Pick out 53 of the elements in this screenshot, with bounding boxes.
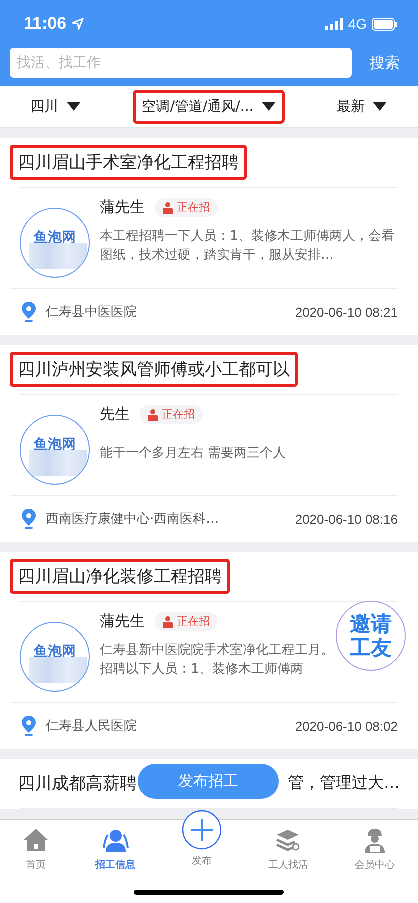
person-icon (163, 202, 173, 214)
post-time: 2020-06-10 08:02 (295, 718, 398, 734)
job-description: 能干一个多月左右 需要两三个人 (100, 444, 288, 462)
location-pin-icon (22, 716, 36, 736)
location-text: 仁寿县人民医院 (46, 718, 138, 735)
search-field[interactable]: 找活、找工作 (10, 48, 352, 78)
person-icon (148, 408, 158, 420)
logo-text: 鱼泡网 (34, 643, 76, 661)
logo-text: 鱼泡网 (34, 229, 76, 247)
caret-icon (262, 102, 276, 111)
job-description: 仁寿县新中医院院手术室净化工程工月。招聘以下人员：1、装修木工师傅两 (100, 642, 334, 679)
stack-icon (275, 828, 302, 854)
badge-label: 正在招 (177, 614, 210, 629)
badge-label: 正在招 (177, 200, 210, 215)
location-pin-icon (22, 509, 36, 529)
job-title: 四川成都高薪聘 (17, 773, 138, 796)
job-description: 本工程招聘一下人员：1、装修木工师傅两人，会看图纸，技术过硬，踏实肯干，服从安排… (100, 228, 396, 265)
tab-item[interactable]: 工人找活 (266, 826, 310, 874)
location-arrow-icon (72, 18, 84, 30)
tab-item[interactable]: 首页 (21, 826, 52, 874)
home-icon (23, 828, 50, 854)
job-title: 管，管理过大… (287, 772, 401, 794)
signal-icon (325, 18, 344, 30)
post-time: 2020-06-10 08:16 (295, 512, 398, 526)
post-job-button[interactable]: 发布招工 (138, 764, 279, 799)
job-card[interactable]: 四川泸州安装风管师傅或小工都可以 鱼泡网 先生 正在招 能干一个多月左右 需要两三个人 西南医疗康健中心·西南医科… 2020-06-10 08:16 (0, 345, 418, 542)
contact-name: 蒲先生 (100, 198, 145, 217)
post-time: 2020-06-10 08:21 (295, 304, 398, 320)
badge-label: 正在招 (162, 407, 195, 422)
filter-dropdown[interactable]: 四川 (22, 90, 90, 124)
location-text: 仁寿县中医医院 (46, 304, 138, 321)
job-card[interactable]: 四川眉山手术室净化工程招聘 鱼泡网 蒲先生 正在招 本工程招聘一下人员：1、装修木工师傅两人，会看图纸，技术过硬，踏实肯干，服从安排… 仁寿县中医医院 2020-06-10 08:21 (0, 138, 418, 335)
location-text: 西南医疗康健中心·西南医科… (46, 511, 220, 528)
search-button[interactable]: 搜索 (362, 50, 408, 76)
logo-text: 鱼泡网 (34, 436, 76, 454)
tab-item[interactable]: 发布 (180, 808, 224, 870)
filter-dropdown[interactable]: 最新 (328, 90, 396, 124)
status-time: 11:06 (24, 14, 67, 34)
caret-icon (66, 102, 81, 111)
job-title: 四川眉山手术室净化工程招聘 (10, 145, 247, 180)
caret-icon (373, 102, 388, 111)
people-icon (102, 828, 129, 854)
contact-name: 先生 (100, 405, 130, 424)
location-pin-icon (22, 302, 36, 322)
tab-item[interactable]: 会员中心 (352, 826, 397, 874)
tab-item[interactable]: 招工信息 (94, 826, 138, 874)
person-icon (163, 616, 173, 628)
filter-dropdown[interactable]: 空调/管道/通风/... (133, 90, 285, 124)
job-title: 四川泸州安装风管师傅或小工都可以 (10, 352, 298, 387)
network-label: 4G (348, 16, 367, 32)
battery-icon (372, 18, 398, 30)
contact-name: 蒲先生 (100, 612, 145, 631)
job-title: 四川眉山净化装修工程招聘 (10, 559, 230, 594)
